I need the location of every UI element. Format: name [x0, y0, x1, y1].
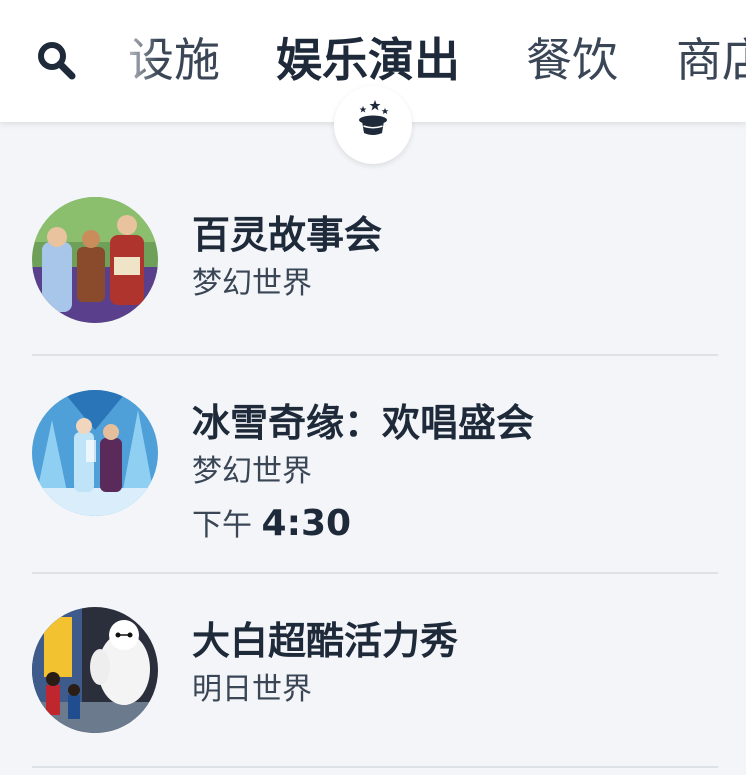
show-title: 冰雪奇缘：欢唱盛会	[192, 401, 535, 445]
magic-hat-icon	[359, 100, 389, 135]
tab-entertainment[interactable]: 娱乐演出	[276, 30, 460, 90]
tab-facilities[interactable]: 设施	[128, 30, 220, 90]
show-time: 下午 4:30	[192, 500, 351, 544]
divider	[32, 766, 718, 768]
show-thumbnail	[32, 390, 158, 516]
tab-shops[interactable]: 商店	[676, 30, 746, 90]
show-time-value: 4:30	[261, 503, 352, 544]
show-time-prefix: 下午	[192, 508, 252, 543]
search-icon[interactable]	[34, 38, 78, 82]
divider	[32, 354, 718, 356]
show-title: 大白超酷活力秀	[192, 619, 459, 663]
show-thumbnail	[32, 197, 158, 323]
tab-dining[interactable]: 餐饮	[526, 30, 618, 90]
show-title: 百灵故事会	[192, 213, 383, 257]
divider	[32, 572, 718, 574]
show-thumbnail	[32, 607, 158, 733]
show-land: 梦幻世界	[192, 266, 312, 301]
show-land: 梦幻世界	[192, 454, 312, 489]
show-land: 明日世界	[192, 672, 312, 707]
category-badge	[334, 86, 412, 164]
